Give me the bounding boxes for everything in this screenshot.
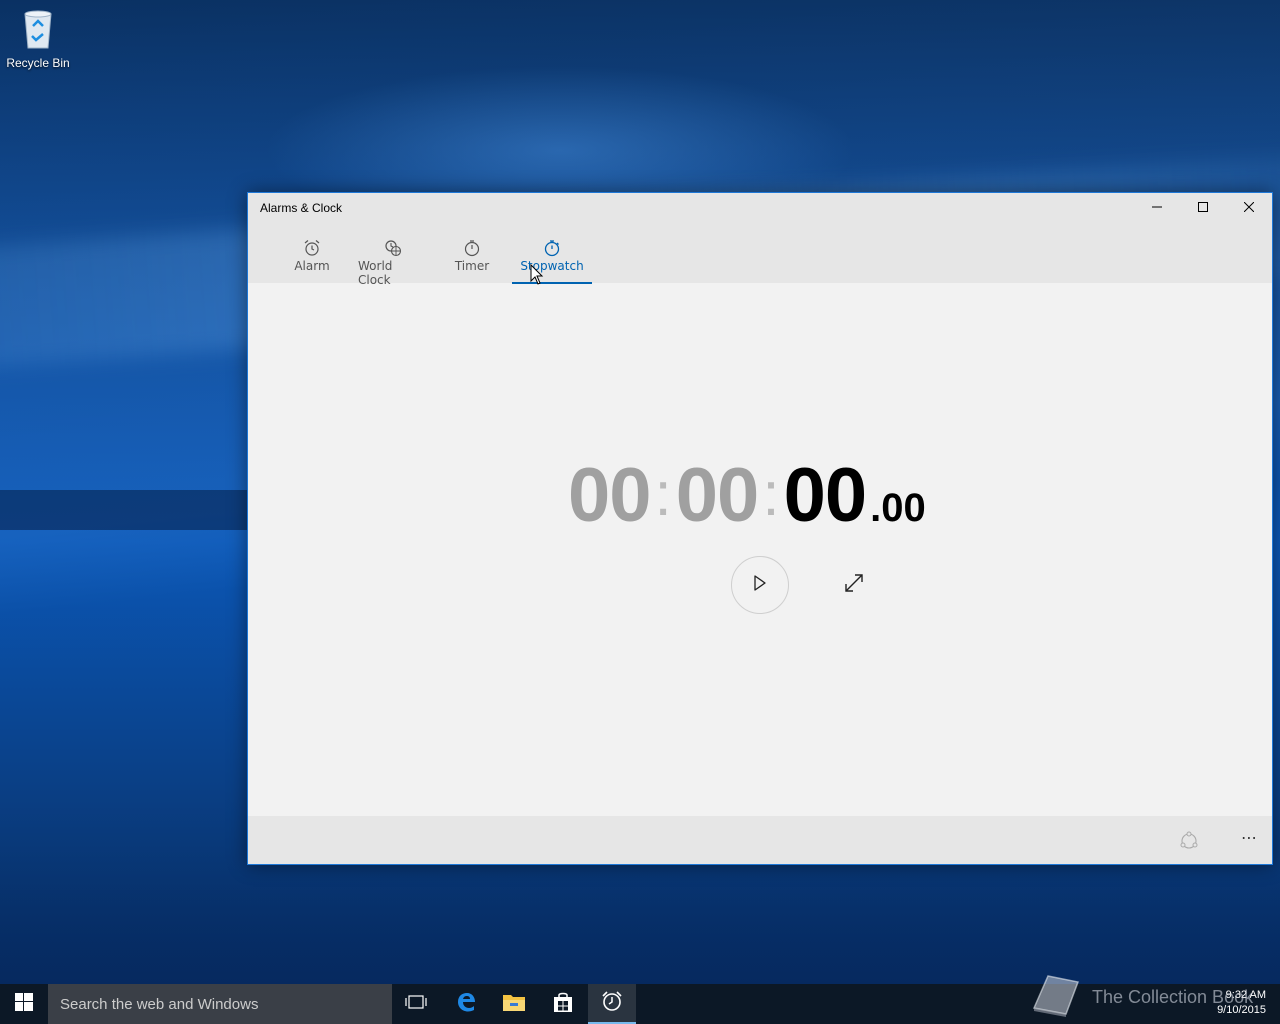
window-title: Alarms & Clock — [260, 201, 343, 215]
more-options-button[interactable]: ⋯ — [1236, 828, 1262, 850]
start-button[interactable] — [731, 556, 789, 614]
tab-timer[interactable]: Timer — [452, 223, 492, 284]
stopwatch-hours: 00 — [568, 453, 652, 538]
recycle-bin-icon — [19, 6, 57, 50]
windows-logo-icon — [15, 992, 33, 1016]
tab-stopwatch[interactable]: Stopwatch — [512, 223, 592, 284]
minimize-button[interactable] — [1134, 193, 1180, 223]
task-view-icon — [405, 994, 427, 1015]
wallpaper-floor — [0, 850, 1280, 984]
alarms-clock-window: Alarms & Clock Alarm World Clock Timer S… — [247, 192, 1273, 865]
tab-alarm-label: Alarm — [294, 259, 330, 273]
search-box[interactable]: Search the web and Windows — [48, 984, 392, 1024]
edge-icon — [455, 991, 477, 1018]
stopwatch-icon — [543, 239, 561, 257]
minimize-icon — [1152, 199, 1162, 217]
world-clock-icon — [384, 239, 402, 257]
maximize-button[interactable] — [1180, 193, 1226, 223]
store-button[interactable] — [539, 984, 587, 1024]
stopwatch-minutes: 00 — [675, 453, 760, 538]
tab-world-clock[interactable]: World Clock — [358, 223, 428, 287]
stopwatch-display: 00 : 00 : 00 .00 — [568, 452, 926, 538]
expand-button[interactable] — [842, 573, 866, 597]
stopwatch-colon: : — [762, 460, 780, 529]
close-icon — [1243, 199, 1255, 217]
alarms-clock-icon — [601, 990, 623, 1017]
title-bar[interactable]: Alarms & Clock — [248, 193, 1272, 223]
tab-world-clock-label: World Clock — [358, 259, 393, 287]
file-explorer-button[interactable] — [490, 984, 538, 1024]
close-button[interactable] — [1226, 193, 1272, 223]
stopwatch-fraction: .00 — [870, 486, 926, 530]
tab-bar: Alarm World Clock Timer Stopwatch — [248, 223, 1272, 287]
alarm-clock-icon — [303, 239, 321, 257]
watermark-text: The Collection Book — [1092, 987, 1254, 1007]
task-view-button[interactable] — [392, 984, 440, 1024]
alarms-clock-taskbar-button[interactable] — [588, 984, 636, 1024]
recycle-bin-label: Recycle Bin — [6, 56, 70, 70]
store-icon — [552, 991, 574, 1018]
search-placeholder: Search the web and Windows — [60, 995, 259, 1013]
watermark: The Collection Book — [1030, 972, 1253, 1023]
mouse-cursor-icon — [530, 263, 544, 286]
expand-icon — [844, 573, 864, 598]
pin-to-start-button[interactable] — [1178, 830, 1200, 852]
file-explorer-icon — [502, 992, 526, 1017]
stopwatch-panel: 00 : 00 : 00 .00 — [248, 284, 1272, 816]
tab-alarm[interactable]: Alarm — [292, 223, 332, 284]
start-button[interactable] — [0, 984, 48, 1024]
desktop-icon-recycle-bin[interactable]: Recycle Bin — [2, 6, 74, 78]
timer-icon — [463, 239, 481, 257]
wallpaper-shadow — [0, 490, 260, 530]
book-icon — [1030, 972, 1082, 1023]
edge-button[interactable] — [442, 984, 490, 1024]
stopwatch-seconds: 00 — [783, 453, 868, 538]
pin-icon — [1178, 831, 1200, 856]
stopwatch-colon: : — [654, 460, 672, 529]
app-bar: ⋯ — [248, 816, 1272, 864]
play-icon — [753, 574, 767, 596]
maximize-icon — [1198, 199, 1208, 217]
tab-timer-label: Timer — [454, 259, 490, 273]
